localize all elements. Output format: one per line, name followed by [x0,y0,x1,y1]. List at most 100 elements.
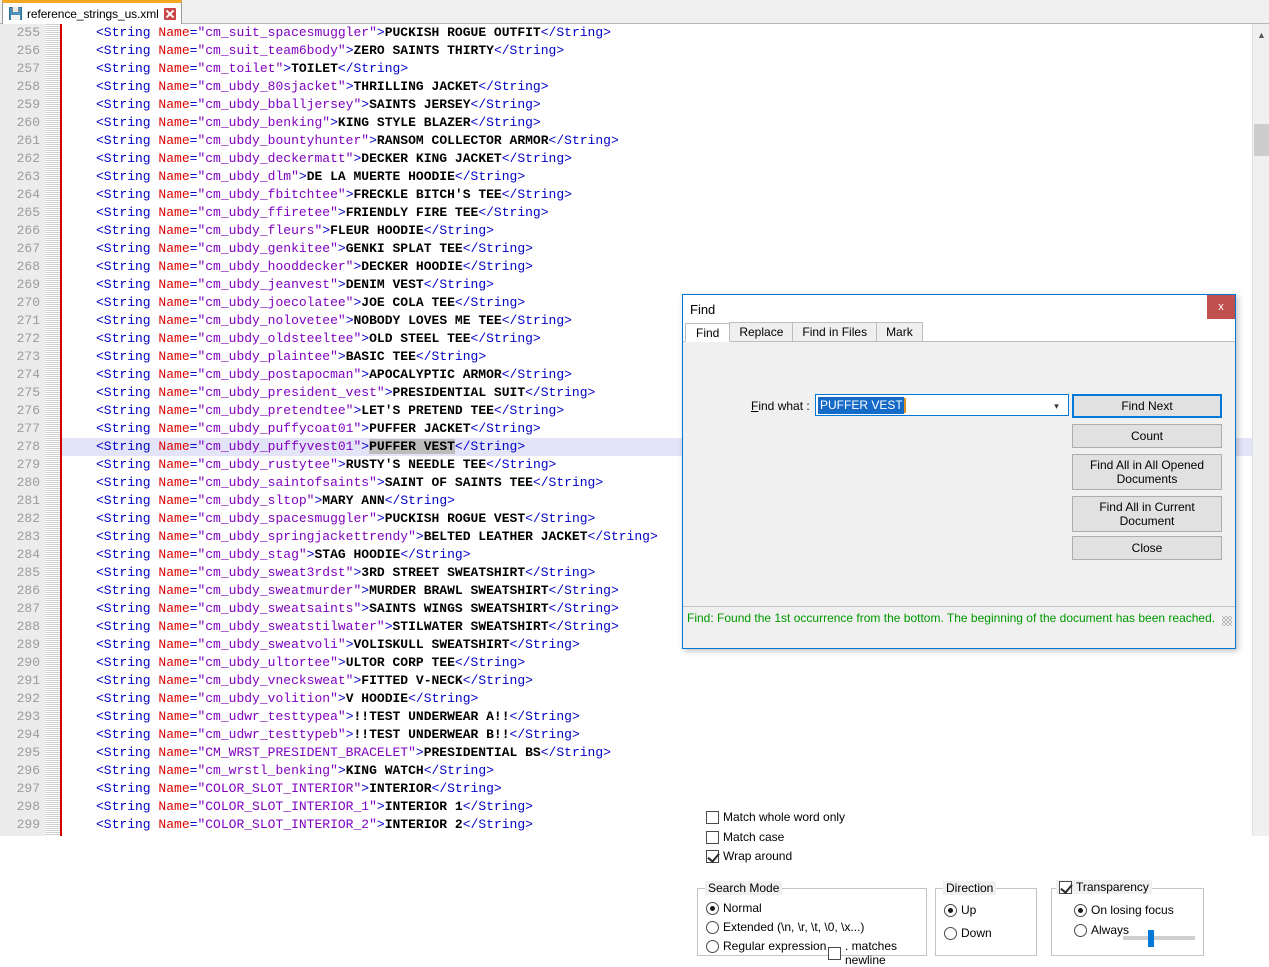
radio-label: Down [961,926,992,940]
chevron-up-icon[interactable]: ▲ [1253,26,1269,43]
line-number: 280 [16,475,40,490]
status-message: Find: Found the 1st occurrence from the … [687,610,1216,625]
line-number: 255 [16,25,40,40]
line-number: 261 [16,133,40,148]
tab-find-in-files[interactable]: Find in Files [792,322,878,341]
code-line[interactable]: <String Name="cm_udwr_testtypeb">!!TEST … [62,726,1269,744]
code-line[interactable]: <String Name="cm_ubdy_dlm">DE LA MUERTE … [62,168,1269,186]
code-line[interactable]: <String Name="cm_ubdy_volition">V HOODIE… [62,690,1269,708]
code-line[interactable]: <String Name="cm_wrstl_benking">KING WAT… [62,762,1269,780]
chevron-down-icon[interactable]: ▾ [1048,398,1065,414]
line-number: 275 [16,385,40,400]
code-line[interactable]: <String Name="cm_ubdy_hooddecker">DECKER… [62,258,1269,276]
match-whole-word-only-checkbox[interactable]: Match whole word only [706,810,845,824]
line-number: 271 [16,313,40,328]
radio-dot [944,903,957,917]
code-line[interactable]: <String Name="cm_ubdy_deckermatt">DECKER… [62,150,1269,168]
save-floppy-icon [9,7,22,20]
line-number: 284 [16,547,40,562]
matches-newline-checkbox[interactable]: . matches newline [828,939,926,967]
code-line[interactable]: <String Name="cm_ubdy_jeanvest">DENIM VE… [62,276,1269,294]
checkbox-label: Wrap around [723,849,793,863]
transparency-slider-track[interactable] [1123,936,1195,940]
checkbox-label: Match case [723,830,785,844]
find-what-value: PUFFER VEST [818,396,904,414]
close-tab-icon[interactable] [163,7,176,20]
code-line[interactable]: <String Name="cm_suit_spacesmuggler">PUC… [62,24,1269,42]
transparency-always-radio[interactable]: Always [1074,923,1129,937]
fold-margin[interactable] [46,24,60,836]
line-number: 285 [16,565,40,580]
search-mode-regex-radio[interactable]: Regular expression [706,939,826,953]
line-number: 289 [16,637,40,652]
wrap-around-checkbox[interactable]: Wrap around [706,849,792,863]
tab-mark[interactable]: Mark [876,322,923,341]
radio-label: Always [1091,923,1130,937]
code-line[interactable]: <String Name="cm_toilet">TOILET</String> [62,60,1269,78]
radio-dot [1074,923,1087,937]
scrollbar-thumb[interactable] [1254,124,1269,156]
search-mode-normal-radio[interactable]: Normal [706,901,762,915]
direction-up-radio[interactable]: Up [944,903,976,917]
transparency-slider-thumb[interactable] [1148,930,1154,947]
code-line[interactable]: <String Name="cm_suit_team6body">ZERO SA… [62,42,1269,60]
find-what-input[interactable]: PUFFER VEST ▾ [815,394,1069,416]
transparency-on-losing-focus-radio[interactable]: On losing focus [1074,903,1174,917]
radio-dot [706,920,719,934]
dialog-title-bar[interactable]: Find x [683,295,1235,323]
code-line[interactable]: <String Name="COLOR_SLOT_INTERIOR">INTER… [62,780,1269,798]
line-number: 259 [16,97,40,112]
line-number: 256 [16,43,40,58]
checkbox-box-checked [706,849,719,863]
direction-down-radio[interactable]: Down [944,926,992,940]
line-number: 279 [16,457,40,472]
checkbox-label: Match whole word only [723,810,846,824]
line-number: 294 [16,727,40,742]
code-line[interactable]: <String Name="cm_ubdy_80sjacket">THRILLI… [62,78,1269,96]
find-next-button[interactable]: Find Next [1072,394,1222,418]
code-line[interactable]: <String Name="cm_ubdy_fleurs">FLEUR HOOD… [62,222,1269,240]
code-line[interactable]: <String Name="cm_ubdy_bountyhunter">RANS… [62,132,1269,150]
code-line[interactable]: <String Name="cm_ubdy_ffiretee">FRIENDLY… [62,204,1269,222]
direction-group: Direction Up Down [935,881,1037,956]
code-line[interactable]: <String Name="COLOR_SLOT_INTERIOR_2">INT… [62,816,1269,834]
line-number: 290 [16,655,40,670]
tab-replace[interactable]: Replace [729,322,794,341]
search-mode-extended-radio[interactable]: Extended (\n, \r, \t, \0, \x...) [706,920,864,934]
dialog-close-button[interactable]: x [1207,295,1235,319]
find-all-in-all-opened-documents-button[interactable]: Find All in All Opened Documents [1072,454,1222,490]
code-line[interactable]: <String Name="cm_ubdy_bballjersey">SAINT… [62,96,1269,114]
code-line[interactable]: <String Name="COLOR_SLOT_INTERIOR_1">INT… [62,798,1269,816]
resize-grip-icon[interactable] [1222,616,1232,626]
code-line[interactable]: <String Name="cm_ubdy_benking">KING STYL… [62,114,1269,132]
find-all-in-current-document-button[interactable]: Find All in Current Document [1072,496,1222,532]
dialog-title: Find [690,301,716,317]
line-number: 277 [16,421,40,436]
code-line[interactable]: <String Name="cm_udwr_testtypea">!!TEST … [62,708,1269,726]
find-dialog[interactable]: Find x Find Replace Find in Files Mark F… [682,294,1236,967]
line-number: 288 [16,619,40,634]
code-line[interactable]: <String Name="cm_ubdy_vnecksweat">FITTED… [62,672,1269,690]
line-number: 265 [16,205,40,220]
tab-bar: reference_strings_us.xml [0,0,1269,24]
code-line[interactable]: <String Name="cm_ubdy_ultortee">ULTOR CO… [62,654,1269,672]
code-line[interactable]: <String Name="cm_ubdy_fbitchtee">FRECKLE… [62,186,1269,204]
match-case-checkbox[interactable]: Match case [706,830,784,844]
tab-find[interactable]: Find [685,323,731,342]
line-number: 283 [16,529,40,544]
line-number: 287 [16,601,40,616]
text-caret [903,397,906,413]
radio-label: Regular expression [723,939,827,953]
count-button[interactable]: Count [1072,424,1222,448]
tab-reference-strings-us-xml[interactable]: reference_strings_us.xml [2,0,182,24]
close-button[interactable]: Close [1072,536,1222,560]
line-number: 278 [16,439,40,454]
line-number: 282 [16,511,40,526]
code-line[interactable]: <String Name="cm_ubdy_genkitee">GENKI SP… [62,240,1269,258]
editor-vertical-scrollbar[interactable]: ▲ [1252,24,1269,836]
line-number: 269 [16,277,40,292]
code-line[interactable]: <String Name="CM_WRST_PRESIDENT_BRACELET… [62,744,1269,762]
transparency-checkbox[interactable]: Transparency [1056,880,1152,894]
line-number-gutter: 255 256 257 258 259 260 261 262 263 264 265 266 267 2… [0,24,46,836]
dialog-tab-strip[interactable]: Find Replace Find in Files Mark [683,322,1235,342]
